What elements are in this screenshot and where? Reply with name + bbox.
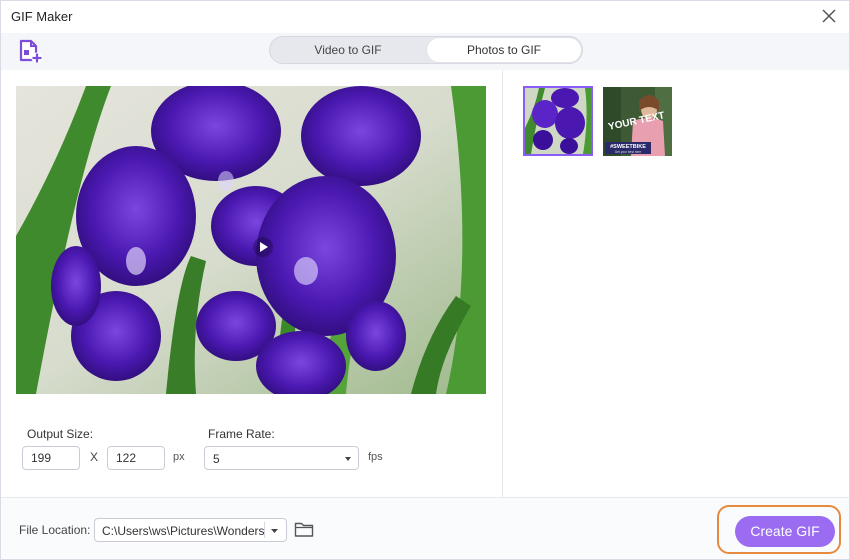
footer-bar: File Location: C:\Users\ws\Pictures\Wond… bbox=[1, 497, 849, 559]
size-separator: X bbox=[90, 450, 99, 464]
mode-switch: Video to GIF Photos to GIF bbox=[269, 36, 583, 64]
thumbnail-girl[interactable]: YOUR TEXT #SWEETBIKE Get your best here bbox=[603, 87, 672, 156]
iris-flowers-photo bbox=[525, 88, 591, 154]
create-gif-highlight: Create GIF bbox=[717, 505, 841, 554]
height-input[interactable]: 122 bbox=[107, 446, 165, 470]
preview-image bbox=[16, 86, 486, 394]
toolbar: Video to GIF Photos to GIF bbox=[1, 33, 849, 70]
file-location-path: C:\Users\ws\Pictures\Wondershare bbox=[102, 524, 264, 538]
create-gif-button[interactable]: Create GIF bbox=[735, 516, 835, 547]
output-size-label: Output Size: bbox=[27, 427, 94, 441]
girl-photo-with-text: YOUR TEXT #SWEETBIKE Get your best here bbox=[603, 87, 672, 156]
file-location-label: File Location: bbox=[19, 523, 91, 537]
editor-panel: Output Size: Frame Rate: 199 X 122 px 5 … bbox=[1, 70, 502, 497]
chevron-down-icon[interactable] bbox=[270, 527, 279, 535]
gif-maker-window: GIF Maker Video to GIF Photos to GIF Out… bbox=[0, 0, 850, 560]
frame-rate-value: 5 bbox=[213, 452, 220, 466]
photo-list-panel: YOUR TEXT #SWEETBIKE Get your best here bbox=[502, 70, 849, 497]
tab-video-to-gif[interactable]: Video to GIF bbox=[271, 38, 425, 62]
frame-rate-label: Frame Rate: bbox=[208, 427, 275, 441]
thumbnail-iris[interactable] bbox=[523, 86, 593, 156]
thumbnail-banner-subtext: Get your best here bbox=[615, 150, 642, 154]
folder-icon[interactable] bbox=[294, 520, 314, 538]
size-unit: px bbox=[173, 451, 185, 463]
tab-photos-to-gif[interactable]: Photos to GIF bbox=[427, 38, 581, 62]
file-location-input[interactable]: C:\Users\ws\Pictures\Wondershare bbox=[94, 518, 287, 542]
play-icon[interactable] bbox=[252, 236, 274, 258]
iris-flowers-photo bbox=[16, 86, 486, 394]
frame-rate-unit: fps bbox=[368, 451, 383, 463]
frame-rate-select[interactable]: 5 bbox=[204, 446, 359, 470]
close-icon[interactable] bbox=[821, 8, 837, 24]
window-title: GIF Maker bbox=[11, 9, 73, 24]
width-input[interactable]: 199 bbox=[22, 446, 80, 470]
title-bar: GIF Maker bbox=[1, 1, 849, 33]
add-file-icon[interactable] bbox=[17, 38, 45, 64]
dropdown-divider bbox=[264, 522, 265, 538]
chevron-down-icon bbox=[345, 457, 351, 461]
